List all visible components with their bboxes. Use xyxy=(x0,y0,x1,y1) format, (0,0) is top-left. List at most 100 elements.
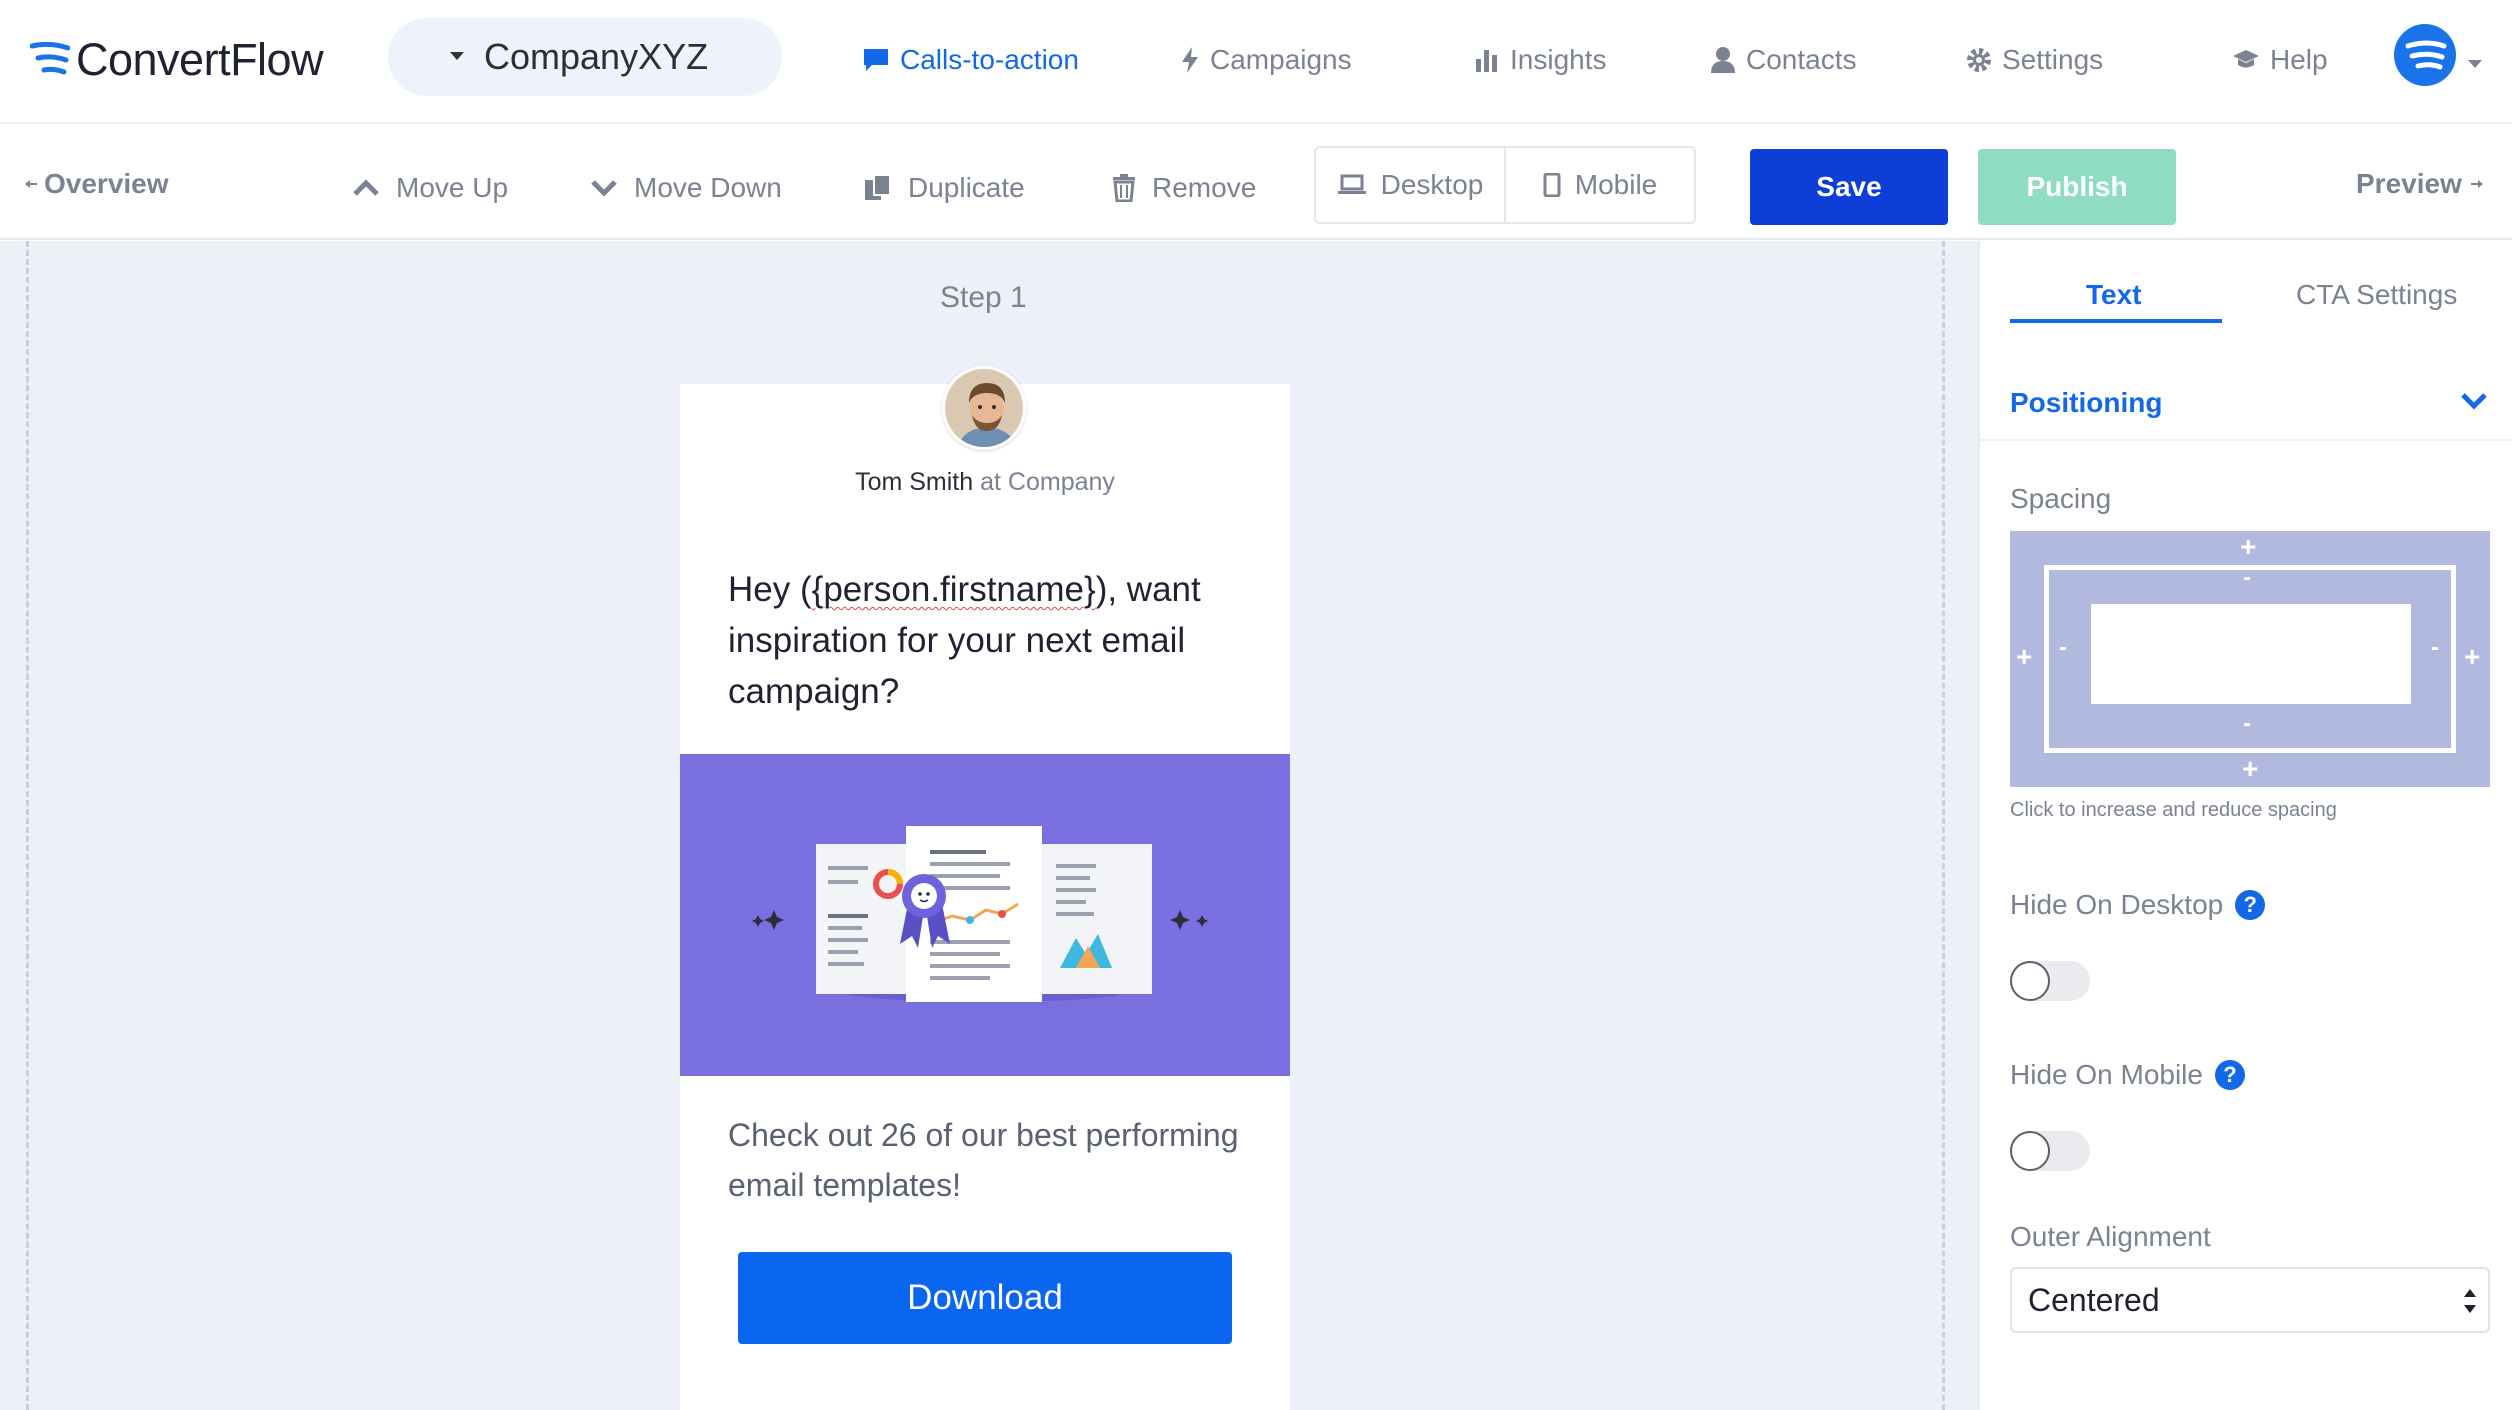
duplicate-button[interactable]: Duplicate xyxy=(864,168,1025,208)
cta-body-text[interactable]: Check out 26 of our best performing emai… xyxy=(728,1110,1268,1210)
arrow-right-icon xyxy=(2470,177,2484,191)
company-switcher[interactable]: CompanyXYZ xyxy=(388,18,782,96)
account-avatar[interactable] xyxy=(2394,24,2456,86)
outer-alignment-value: Centered xyxy=(2028,1281,2160,1318)
account-caret-down-icon[interactable] xyxy=(2468,60,2482,68)
help-circle-icon[interactable]: ? xyxy=(2214,1060,2245,1090)
editor-canvas: Step 1 Tom Smith at Company Hey ({person… xyxy=(0,241,1978,1410)
nav-insights[interactable]: Insights xyxy=(1474,40,1607,80)
nav-label: Settings xyxy=(2002,44,2104,75)
convertflow-logo[interactable]: ConvertFlow xyxy=(30,30,324,90)
author-name: Tom Smith xyxy=(855,468,974,496)
convertflow-mark-icon xyxy=(2405,40,2447,70)
email-templates-illustration xyxy=(752,826,1208,1002)
headline-pre: Hey ( xyxy=(728,570,812,609)
active-tab-indicator xyxy=(2010,319,2222,323)
editor-toolbar: Overview Move Up Move Down Duplicate Rem… xyxy=(0,124,2512,240)
settings-panel: Text CTA Settings Positioning Spacing + … xyxy=(1978,241,2512,1410)
remove-button[interactable]: Remove xyxy=(1112,168,1256,208)
hero-illustration[interactable] xyxy=(680,754,1290,1076)
move-down-label: Move Down xyxy=(634,172,782,203)
hide-desktop-label: Hide On Desktop xyxy=(2010,889,2224,920)
nav-settings[interactable]: Settings xyxy=(1966,40,2103,80)
margin-bottom-increase[interactable]: + xyxy=(2242,753,2258,785)
device-view-toggle: Desktop Mobile xyxy=(1314,146,1696,224)
desktop-view-button[interactable]: Desktop xyxy=(1316,148,1504,222)
hide-mobile-toggle[interactable] xyxy=(2010,1131,2090,1171)
author-photo xyxy=(945,369,1023,447)
tab-cta-settings[interactable]: CTA Settings xyxy=(2296,279,2457,311)
hide-desktop-row: Hide On Desktop? xyxy=(2010,889,2266,921)
chevron-down-icon xyxy=(2461,393,2487,410)
canvas-guide-right xyxy=(1942,241,1945,1410)
positioning-title: Positioning xyxy=(2010,387,2163,418)
remove-label: Remove xyxy=(1152,172,1257,203)
padding-left-decrease[interactable]: - xyxy=(2059,634,2067,662)
nav-label: Help xyxy=(2270,44,2328,75)
help-circle-icon[interactable]: ? xyxy=(2235,890,2266,920)
padding-top-decrease[interactable]: - xyxy=(2243,564,2251,592)
hide-desktop-toggle[interactable] xyxy=(2010,961,2090,1001)
desktop-label: Desktop xyxy=(1380,169,1484,200)
nav-label: Contacts xyxy=(1746,44,1857,75)
mobile-view-button[interactable]: Mobile xyxy=(1504,148,1694,222)
arrow-left-icon xyxy=(24,177,38,191)
hide-mobile-label: Hide On Mobile xyxy=(2010,1059,2203,1090)
headline-merge-tag: {person.firstname} xyxy=(811,570,1096,609)
tab-text[interactable]: Text xyxy=(2086,279,2142,311)
download-button[interactable]: Download xyxy=(738,1252,1232,1344)
outer-alignment-select[interactable]: Centered xyxy=(2010,1267,2490,1333)
preview-link[interactable]: Preview xyxy=(2356,164,2484,204)
author-company: at Company xyxy=(980,468,1115,496)
chat-icon xyxy=(862,47,890,73)
publish-button[interactable]: Publish xyxy=(1978,149,2176,225)
overview-label: Overview xyxy=(44,168,169,199)
cta-headline[interactable]: Hey ({person.firstname}), want inspirati… xyxy=(728,564,1268,717)
nav-help[interactable]: Help xyxy=(2232,40,2328,80)
phone-icon xyxy=(1543,173,1561,197)
spacing-padding-box: - - - - xyxy=(2044,564,2456,753)
padding-right-decrease[interactable]: - xyxy=(2431,634,2439,662)
trash-icon xyxy=(1112,174,1136,202)
spacing-label: Spacing xyxy=(2010,483,2112,514)
spacing-help-text: Click to increase and reduce spacing xyxy=(2010,799,2337,821)
nav-calls-to-action[interactable]: Calls-to-action xyxy=(862,40,1079,80)
graduation-cap-icon xyxy=(2232,48,2260,72)
nav-contacts[interactable]: Contacts xyxy=(1710,40,1857,80)
logo-text: ConvertFlow xyxy=(76,34,324,85)
toggle-knob xyxy=(2010,1131,2050,1171)
gear-icon xyxy=(1966,47,1992,73)
nav-campaigns[interactable]: Campaigns xyxy=(1180,40,1352,80)
margin-right-increase[interactable]: + xyxy=(2464,641,2480,673)
nav-label: Campaigns xyxy=(1210,44,1352,75)
nav-label: Insights xyxy=(1510,44,1607,75)
select-arrows-icon xyxy=(2464,1289,2476,1313)
nav-label: Calls-to-action xyxy=(900,44,1079,75)
spacing-editor[interactable]: + + + + - - - - xyxy=(2010,531,2490,787)
company-name: CompanyXYZ xyxy=(484,36,709,77)
mobile-label: Mobile xyxy=(1574,169,1658,200)
spacing-content-box xyxy=(2091,604,2411,704)
copy-icon xyxy=(864,174,892,202)
save-button[interactable]: Save xyxy=(1750,149,1948,225)
margin-left-increase[interactable]: + xyxy=(2016,641,2032,673)
hide-mobile-row: Hide On Mobile? xyxy=(2010,1059,2245,1091)
cta-card[interactable]: Tom Smith at Company Hey ({person.firstn… xyxy=(680,366,1290,1410)
laptop-icon xyxy=(1337,174,1367,196)
chevron-down-icon xyxy=(590,178,618,198)
author-byline: Tom Smith at Company xyxy=(680,468,1290,497)
move-down-button[interactable]: Move Down xyxy=(590,168,782,208)
user-icon xyxy=(1710,46,1736,74)
bolt-icon xyxy=(1180,46,1200,74)
positioning-section-header[interactable]: Positioning xyxy=(1980,375,2512,441)
move-up-button[interactable]: Move Up xyxy=(352,168,508,208)
canvas-guide-left xyxy=(26,241,29,1410)
chevron-up-icon xyxy=(352,178,380,198)
convertflow-logo-icon xyxy=(30,42,70,75)
overview-link[interactable]: Overview xyxy=(24,164,169,204)
margin-top-increase[interactable]: + xyxy=(2240,531,2256,563)
padding-bottom-decrease[interactable]: - xyxy=(2243,710,2251,738)
author-avatar xyxy=(942,366,1026,450)
step-label: Step 1 xyxy=(940,281,1027,314)
move-up-label: Move Up xyxy=(396,172,509,203)
